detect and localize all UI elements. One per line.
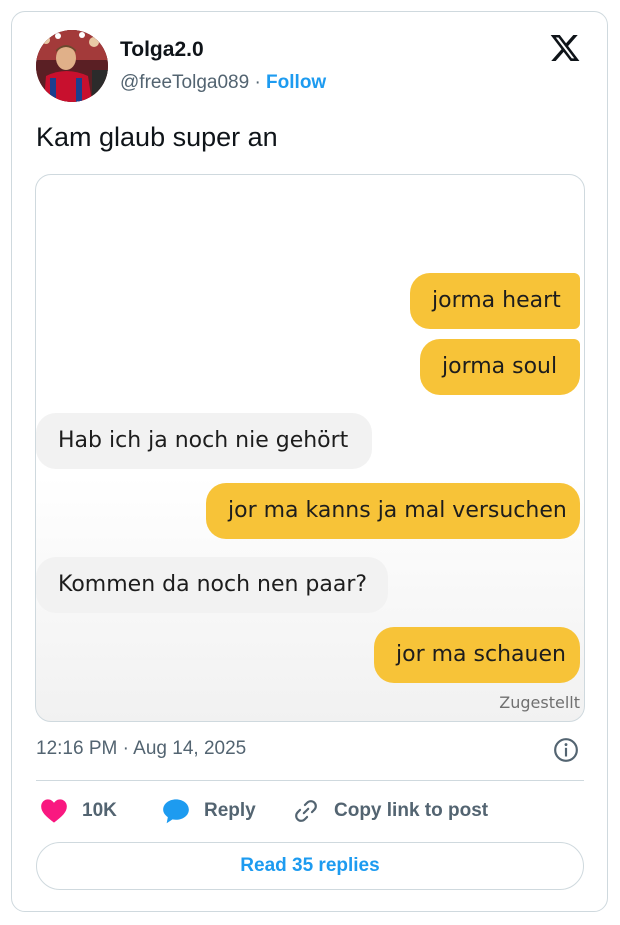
follow-button[interactable]: Follow	[266, 72, 326, 93]
read-replies-button[interactable]: Read 35 replies	[36, 842, 584, 890]
delivery-status: Zugestellt	[499, 693, 580, 712]
chat-bubble-outgoing: jor ma kanns ja mal versuchen	[206, 483, 580, 539]
like-count: 10K	[82, 800, 117, 821]
avatar-image	[36, 30, 108, 102]
like-button[interactable]: 10K	[40, 796, 117, 826]
reply-label: Reply	[204, 800, 256, 821]
chat-bubble-incoming: Hab ich ja noch nie gehört	[36, 413, 372, 469]
author-handle[interactable]: @freeTolga089	[120, 72, 249, 93]
chat-bubble-outgoing: jorma soul	[420, 339, 580, 395]
reply-bubble-icon	[163, 799, 189, 824]
handle-separator: ·	[254, 72, 261, 93]
copy-link-label: Copy link to post	[334, 800, 489, 821]
reply-button[interactable]: Reply	[162, 796, 256, 826]
tweet-timestamp[interactable]: 12:16 PM · Aug 14, 2025	[36, 738, 246, 760]
divider	[36, 780, 584, 781]
info-icon[interactable]	[553, 737, 579, 763]
avatar[interactable]	[36, 30, 108, 102]
chat-bubble-outgoing: jor ma schauen	[374, 627, 580, 683]
heart-icon	[41, 799, 67, 823]
author-display-name[interactable]: Tolga2.0	[120, 38, 204, 62]
link-icon	[295, 800, 317, 822]
chat-screenshot[interactable]: jorma heart jorma soul Hab ich ja noch n…	[35, 174, 585, 722]
tweet-text: Kam glaub super an	[36, 122, 278, 152]
author-handle-row: @freeTolga089 · Follow	[120, 72, 326, 94]
x-logo-icon[interactable]	[548, 32, 582, 64]
chat-bubble-outgoing: jorma heart	[410, 273, 580, 329]
chat-bubble-incoming: Kommen da noch nen paar?	[36, 557, 388, 613]
copy-link-button[interactable]: Copy link to post	[292, 796, 488, 826]
